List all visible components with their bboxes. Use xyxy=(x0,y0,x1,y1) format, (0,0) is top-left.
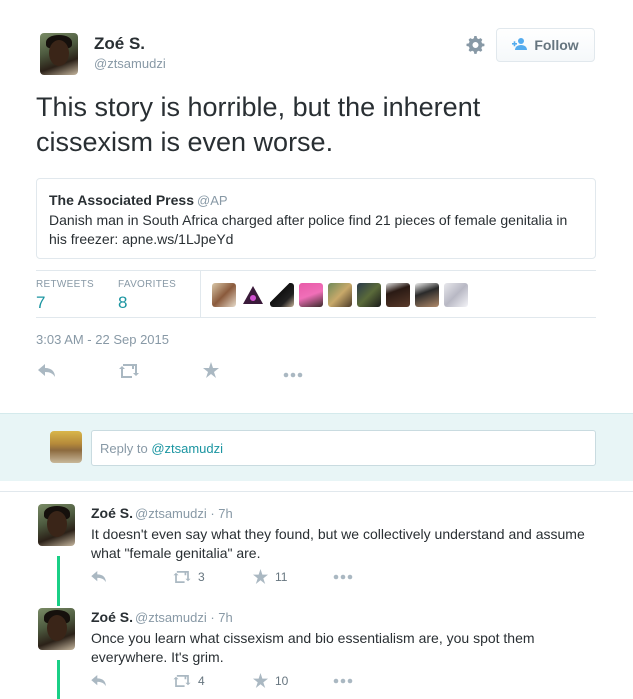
avatar[interactable] xyxy=(241,283,265,307)
avatar[interactable] xyxy=(38,504,75,546)
star-icon[interactable] xyxy=(200,362,222,383)
reply-icon[interactable] xyxy=(91,674,173,687)
retweets-count: 7 xyxy=(36,293,46,312)
avatar[interactable] xyxy=(38,608,75,650)
tweet-stats: RETWEETS 7 FAVORITES 8 xyxy=(36,270,596,318)
more-icon[interactable] xyxy=(333,678,353,684)
favorites-stat[interactable]: FAVORITES 8 xyxy=(118,279,176,313)
thread-line xyxy=(57,660,60,699)
reply-meta: @ztsamudzi · 7h xyxy=(135,506,233,521)
favoriter-avatars xyxy=(212,283,468,307)
author-handle[interactable]: @ztsamudzi xyxy=(94,56,166,71)
avatar[interactable] xyxy=(328,283,352,307)
reply-text: It doesn't even say what they found, but… xyxy=(91,526,585,561)
retweet-count: 3 xyxy=(198,569,205,584)
favorite-count: 10 xyxy=(275,673,289,688)
avatar[interactable] xyxy=(212,283,236,307)
tweet-actions xyxy=(36,362,364,383)
avatar[interactable] xyxy=(386,283,410,307)
retweet-icon[interactable]: 3 xyxy=(173,570,253,584)
avatar[interactable] xyxy=(270,283,294,307)
quote-author: The Associated Press @AP xyxy=(49,192,228,208)
reply-mention: @ztsamudzi xyxy=(151,441,224,456)
reply-author[interactable]: Zoé S. @ztsamudzi · 7h xyxy=(91,609,233,625)
more-icon[interactable] xyxy=(282,363,304,383)
reply-actions: 4 10 xyxy=(91,673,353,688)
current-user-avatar xyxy=(50,431,82,463)
reply-author[interactable]: Zoé S. @ztsamudzi · 7h xyxy=(91,505,233,521)
retweet-count: 4 xyxy=(198,673,205,688)
avatar[interactable] xyxy=(444,283,468,307)
quote-handle: @AP xyxy=(197,193,228,208)
follow-label: Follow xyxy=(534,37,579,53)
main-tweet: Zoé S. @ztsamudzi Follow This story is h… xyxy=(0,0,633,412)
quote-text: Danish man in South Africa charged after… xyxy=(49,212,568,247)
tweet-text: This story is horrible, but the inherent… xyxy=(36,92,481,157)
reply-composer: Reply to @ztsamudzi xyxy=(0,413,633,481)
star-icon[interactable]: 10 xyxy=(253,673,333,688)
author-name[interactable]: Zoé S. xyxy=(94,34,145,54)
retweet-icon[interactable] xyxy=(118,363,140,383)
star-icon[interactable]: 11 xyxy=(253,569,333,584)
reply-icon[interactable] xyxy=(36,363,58,383)
list-item[interactable]: Zoé S. @ztsamudzi · 7h It doesn't even sa… xyxy=(0,495,633,599)
reply-text: Once you learn what cissexism and bio es… xyxy=(91,630,535,665)
retweets-stat[interactable]: RETWEETS 7 xyxy=(36,279,94,313)
divider xyxy=(0,491,633,492)
reply-meta: @ztsamudzi · 7h xyxy=(135,610,233,625)
add-user-icon xyxy=(512,37,528,53)
reply-input[interactable]: Reply to @ztsamudzi xyxy=(91,430,596,466)
favorite-count: 11 xyxy=(275,569,288,584)
gear-icon[interactable] xyxy=(465,35,485,55)
avatar[interactable] xyxy=(299,283,323,307)
author-avatar[interactable] xyxy=(40,33,78,75)
reply-icon[interactable] xyxy=(91,570,173,583)
retweets-label: RETWEETS xyxy=(36,279,94,290)
tweet-timestamp[interactable]: 3:03 AM - 22 Sep 2015 xyxy=(36,332,169,347)
quoted-tweet[interactable]: The Associated Press @AP Danish man in So… xyxy=(36,178,596,259)
avatar[interactable] xyxy=(357,283,381,307)
avatar[interactable] xyxy=(415,283,439,307)
favorites-count: 8 xyxy=(118,293,128,312)
list-item[interactable]: Zoé S. @ztsamudzi · 7h Once you learn wha… xyxy=(0,599,633,699)
more-icon[interactable] xyxy=(333,574,353,580)
follow-button[interactable]: Follow xyxy=(496,28,595,62)
retweet-icon[interactable]: 4 xyxy=(173,674,253,688)
reply-actions: 3 11 xyxy=(91,569,353,584)
stats-divider xyxy=(200,271,201,317)
favorites-label: FAVORITES xyxy=(118,279,177,290)
